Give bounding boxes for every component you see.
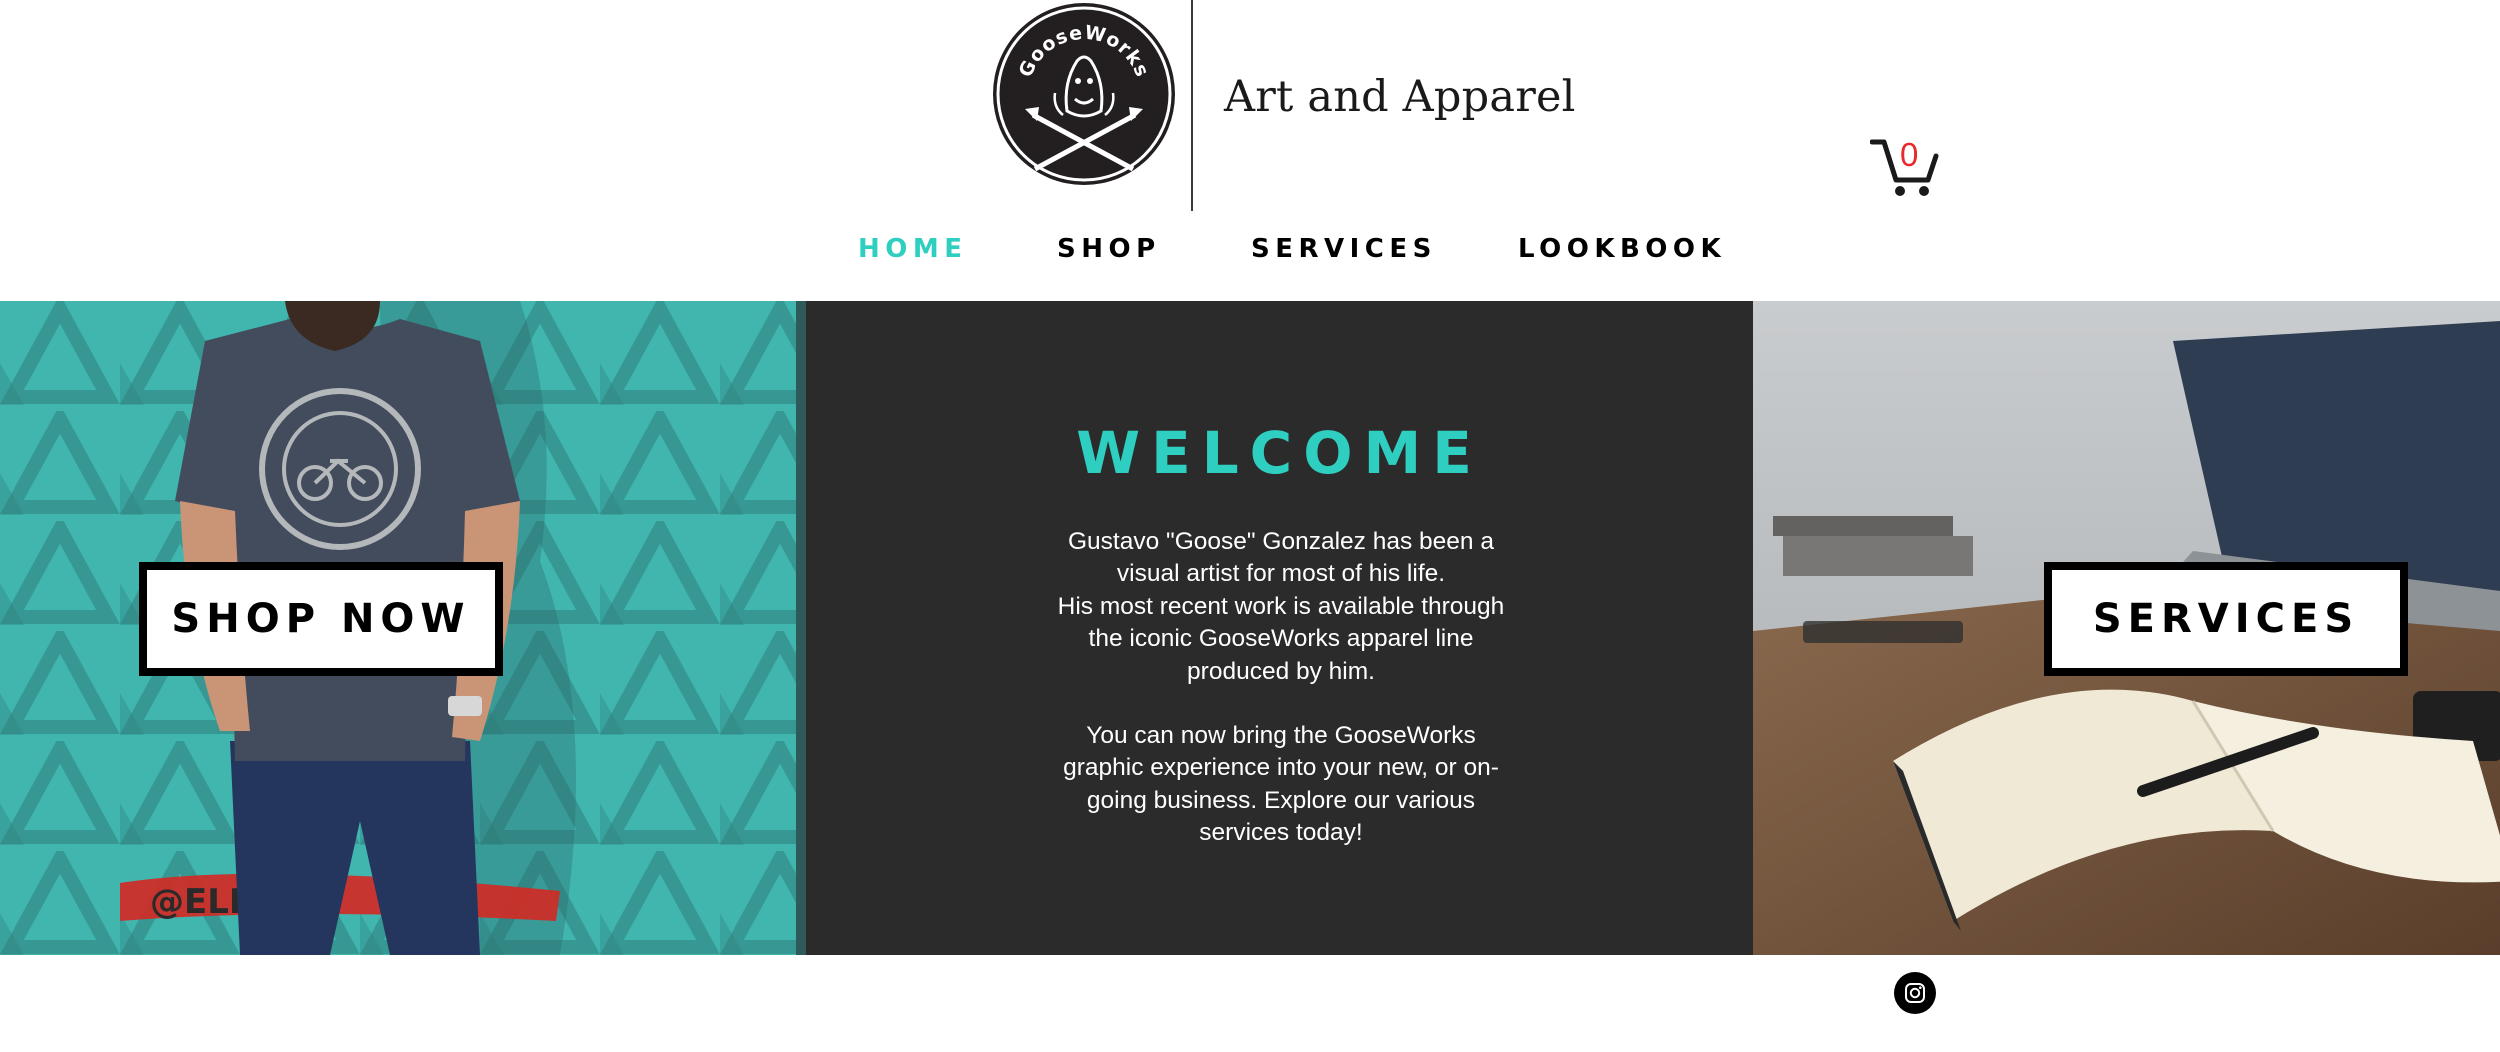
site-tagline: Art and Apparel (1224, 72, 1576, 122)
welcome-line: the iconic GooseWorks apparel line (1088, 625, 1474, 653)
site-logo[interactable]: GooseWorks (993, 3, 1175, 185)
instagram-icon (1905, 983, 1925, 1003)
instagram-link[interactable] (1894, 972, 1936, 1014)
goose-logo-icon: GooseWorks (996, 6, 1172, 182)
welcome-text: Gustavo "Goose" Gonzalez has been a visu… (1056, 526, 1506, 850)
welcome-line: graphic experience into your new, or on- (1063, 754, 1499, 782)
welcome-line: His most recent work is available throug… (1057, 592, 1505, 620)
welcome-heading: WELCOME (1076, 419, 1483, 487)
shop-now-button[interactable]: SHOP NOW (139, 562, 503, 676)
services-button[interactable]: SERVICES (2044, 562, 2408, 676)
welcome-line: You can now bring the GooseWorks (1086, 722, 1476, 750)
main-navigation: HOME SHOP SERVICES LOOKBOOK (0, 234, 2500, 274)
welcome-line: Gustavo "Goose" Gonzalez has been a (1068, 528, 1494, 555)
svg-text:GooseWorks: GooseWorks (1015, 21, 1154, 80)
nav-item-home[interactable]: HOME (858, 234, 968, 264)
welcome-panel: WELCOME Gustavo "Goose" Gonzalez has bee… (806, 301, 1753, 955)
welcome-line: services today! (1199, 819, 1363, 847)
nav-item-services[interactable]: SERVICES (1251, 234, 1437, 264)
welcome-line: visual artist for most of his life. (1116, 560, 1446, 588)
shop-panel: @ELN SHOP NOW (0, 301, 806, 955)
nav-item-shop[interactable]: SHOP (1057, 234, 1161, 264)
header-divider (1191, 0, 1193, 211)
welcome-line: produced by him. (1187, 657, 1375, 685)
cart-count-badge: 0 (1900, 136, 1919, 173)
welcome-line: going business. Explore our various (1086, 786, 1476, 814)
services-panel: SERVICES (1753, 301, 2500, 955)
nav-item-lookbook[interactable]: LOOKBOOK (1518, 234, 1726, 264)
logo-text: GooseWorks (1015, 21, 1153, 80)
